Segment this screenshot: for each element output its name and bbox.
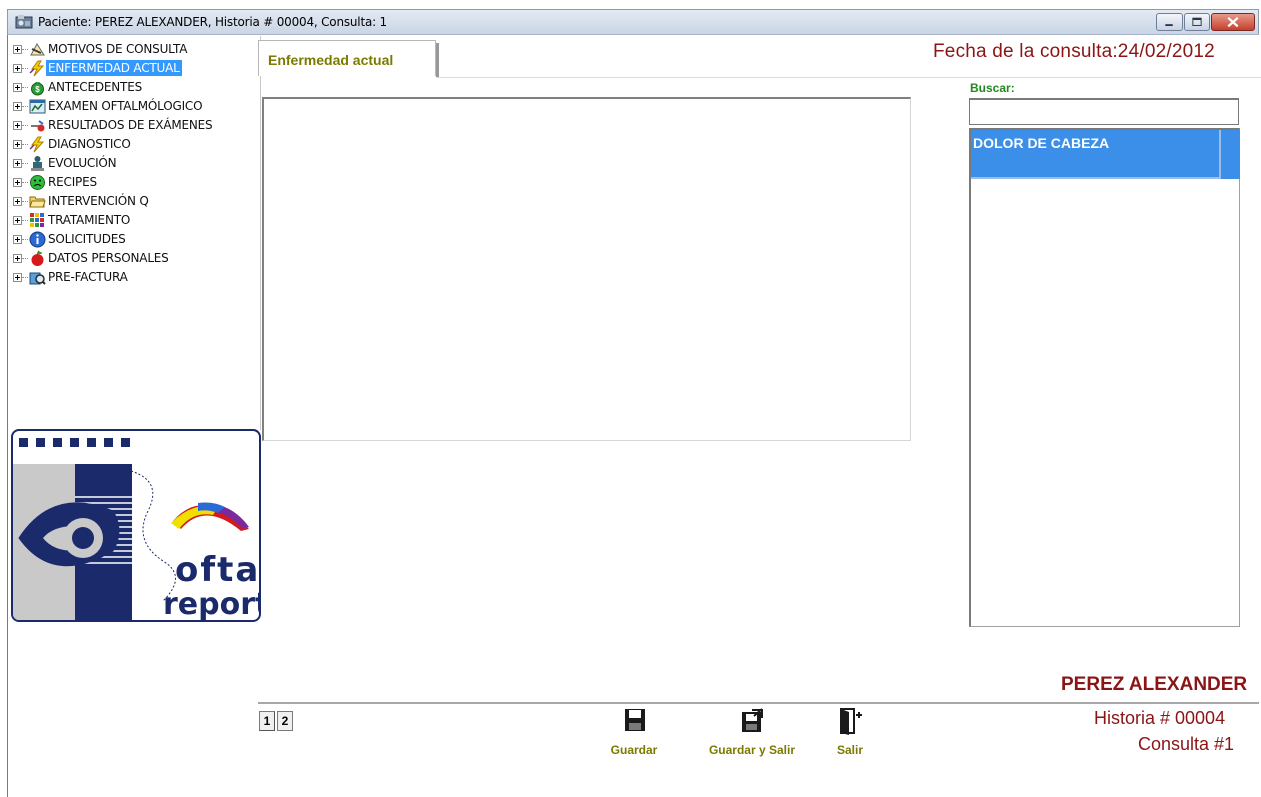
tree-item-datos-personales[interactable]: DATOS PERSONALES <box>10 249 260 268</box>
tree-item-label: DATOS PERSONALES <box>48 251 169 265</box>
expand-icon[interactable] <box>13 45 22 54</box>
pin-icon <box>31 120 45 132</box>
guardar-label: Guardar <box>610 743 658 757</box>
pencil-ruler-icon <box>30 43 45 56</box>
guardar-button[interactable]: Guardar <box>602 706 666 757</box>
tree-item-label: ENFERMEDAD ACTUAL <box>46 60 182 76</box>
close-button[interactable] <box>1211 13 1255 31</box>
expand-icon[interactable] <box>13 159 22 168</box>
tree-item-resultados[interactable]: RESULTADOS DE EXÁMENES <box>10 116 260 135</box>
expand-icon[interactable] <box>13 254 22 263</box>
list-item[interactable]: DOLOR DE CABEZA <box>971 130 1240 179</box>
minimize-button[interactable] <box>1156 13 1183 31</box>
minimize-icon <box>1165 24 1173 27</box>
expand-icon[interactable] <box>13 178 22 187</box>
folder-open-icon <box>29 196 46 208</box>
expand-icon[interactable] <box>13 121 22 130</box>
expand-icon[interactable] <box>13 102 22 111</box>
tab-enfermedad-actual[interactable]: Enfermedad actual <box>258 40 439 77</box>
tree-item-solicitudes[interactable]: SOLICITUDES <box>10 230 260 249</box>
tree-item-label: EXAMEN OFTALMÓLOGICO <box>48 99 203 113</box>
info-icon <box>29 231 46 248</box>
tree-item-antecedentes[interactable]: $ ANTECEDENTES <box>10 78 260 97</box>
page-1-button[interactable]: 1 <box>259 711 275 731</box>
historia-number: Historia # 00004 <box>1094 708 1226 728</box>
footer-divider <box>258 702 1259 704</box>
list-item-label: DOLOR DE CABEZA <box>973 135 1110 151</box>
grid-icon <box>30 213 44 227</box>
title-bar: Paciente: PEREZ ALEXANDER, Historia # 00… <box>7 9 1259 35</box>
expand-icon[interactable] <box>13 83 22 92</box>
tree-item-diagnostico[interactable]: DIAGNOSTICO <box>10 135 260 154</box>
tree-item-label: SOLICITUDES <box>48 232 126 246</box>
svg-text:$: $ <box>35 85 40 94</box>
person-icon <box>31 156 44 171</box>
tree-item-label: DIAGNOSTICO <box>48 137 131 151</box>
tree-item-evolucion[interactable]: EVOLUCIÓN <box>10 154 260 173</box>
page-2-button[interactable]: 2 <box>277 711 293 731</box>
logo-text-oftal: oftal <box>175 550 259 590</box>
sad-face-icon <box>30 175 45 190</box>
chart-window-icon <box>29 99 46 114</box>
tree-item-recipes[interactable]: RECIPES <box>10 173 260 192</box>
tree-item-label: PRE-FACTURA <box>48 270 128 284</box>
tab-baseline <box>436 77 1261 78</box>
exit-door-icon <box>840 708 862 735</box>
lightning-icon <box>29 136 45 153</box>
lightning-icon <box>29 60 45 77</box>
guardar-y-salir-button[interactable]: Guardar y Salir <box>690 706 814 757</box>
maximize-icon <box>1192 17 1202 26</box>
tree-item-label: EVOLUCIÓN <box>48 156 117 170</box>
tree-item-label: ANTECEDENTES <box>48 80 142 94</box>
tree-item-label: TRATAMIENTO <box>48 213 131 227</box>
consultation-date: Fecha de la consulta:24/02/2012 <box>933 41 1215 62</box>
app-icon <box>15 15 33 29</box>
expand-icon[interactable] <box>13 140 22 149</box>
window-left-border <box>7 35 8 797</box>
expand-icon[interactable] <box>13 197 22 206</box>
apple-icon <box>31 250 44 266</box>
window-title: Paciente: PEREZ ALEXANDER, Historia # 00… <box>38 15 387 29</box>
consulta-number: Consulta #1 <box>1138 734 1235 754</box>
salir-label: Salir <box>836 743 863 757</box>
tree-item-pre-factura[interactable]: PRE-FACTURA <box>10 268 260 287</box>
oftalreport-logo: oftal report <box>11 429 261 622</box>
expand-icon[interactable] <box>13 235 22 244</box>
tree-item-label: RECIPES <box>48 175 97 189</box>
logo-text-report: report <box>163 587 259 620</box>
patient-name: PEREZ ALEXANDER <box>1061 674 1248 695</box>
logo-graphic: oftal report <box>13 438 259 620</box>
expand-icon[interactable] <box>13 216 22 225</box>
tree-divider <box>260 36 261 430</box>
search-input[interactable] <box>969 98 1239 125</box>
magnifier-icon <box>29 272 46 285</box>
save-exit-icon <box>742 708 763 732</box>
save-icon <box>625 709 645 731</box>
tree-item-motivos[interactable]: MOTIVOS DE CONSULTA <box>10 40 260 59</box>
tab-label: Enfermedad actual <box>268 52 394 68</box>
tree-item-label: RESULTADOS DE EXÁMENES <box>48 118 213 132</box>
salir-button[interactable]: Salir <box>828 706 872 757</box>
tree-item-tratamiento[interactable]: TRATAMIENTO <box>10 211 260 230</box>
expand-icon[interactable] <box>13 273 22 282</box>
symptoms-list[interactable]: DOLOR DE CABEZA <box>969 128 1240 627</box>
search-label: Buscar: <box>970 81 1015 95</box>
navigation-tree: MOTIVOS DE CONSULTA ENFERMEDAD ACTUAL $ … <box>10 40 260 425</box>
maximize-button[interactable] <box>1184 13 1210 31</box>
tree-item-label: MOTIVOS DE CONSULTA <box>48 42 188 56</box>
tree-item-examen[interactable]: EXAMEN OFTALMÓLOGICO <box>10 97 260 116</box>
enfermedad-actual-textarea[interactable] <box>262 97 911 441</box>
guardar-y-salir-label: Guardar y Salir <box>708 743 796 757</box>
tree-item-intervencion[interactable]: INTERVENCIÓN Q <box>10 192 260 211</box>
expand-icon[interactable] <box>13 64 22 73</box>
tree-item-enfermedad[interactable]: ENFERMEDAD ACTUAL <box>10 59 260 78</box>
money-bag-icon: $ <box>31 82 44 96</box>
tree-item-label: INTERVENCIÓN Q <box>48 194 149 208</box>
close-icon <box>1227 16 1239 28</box>
